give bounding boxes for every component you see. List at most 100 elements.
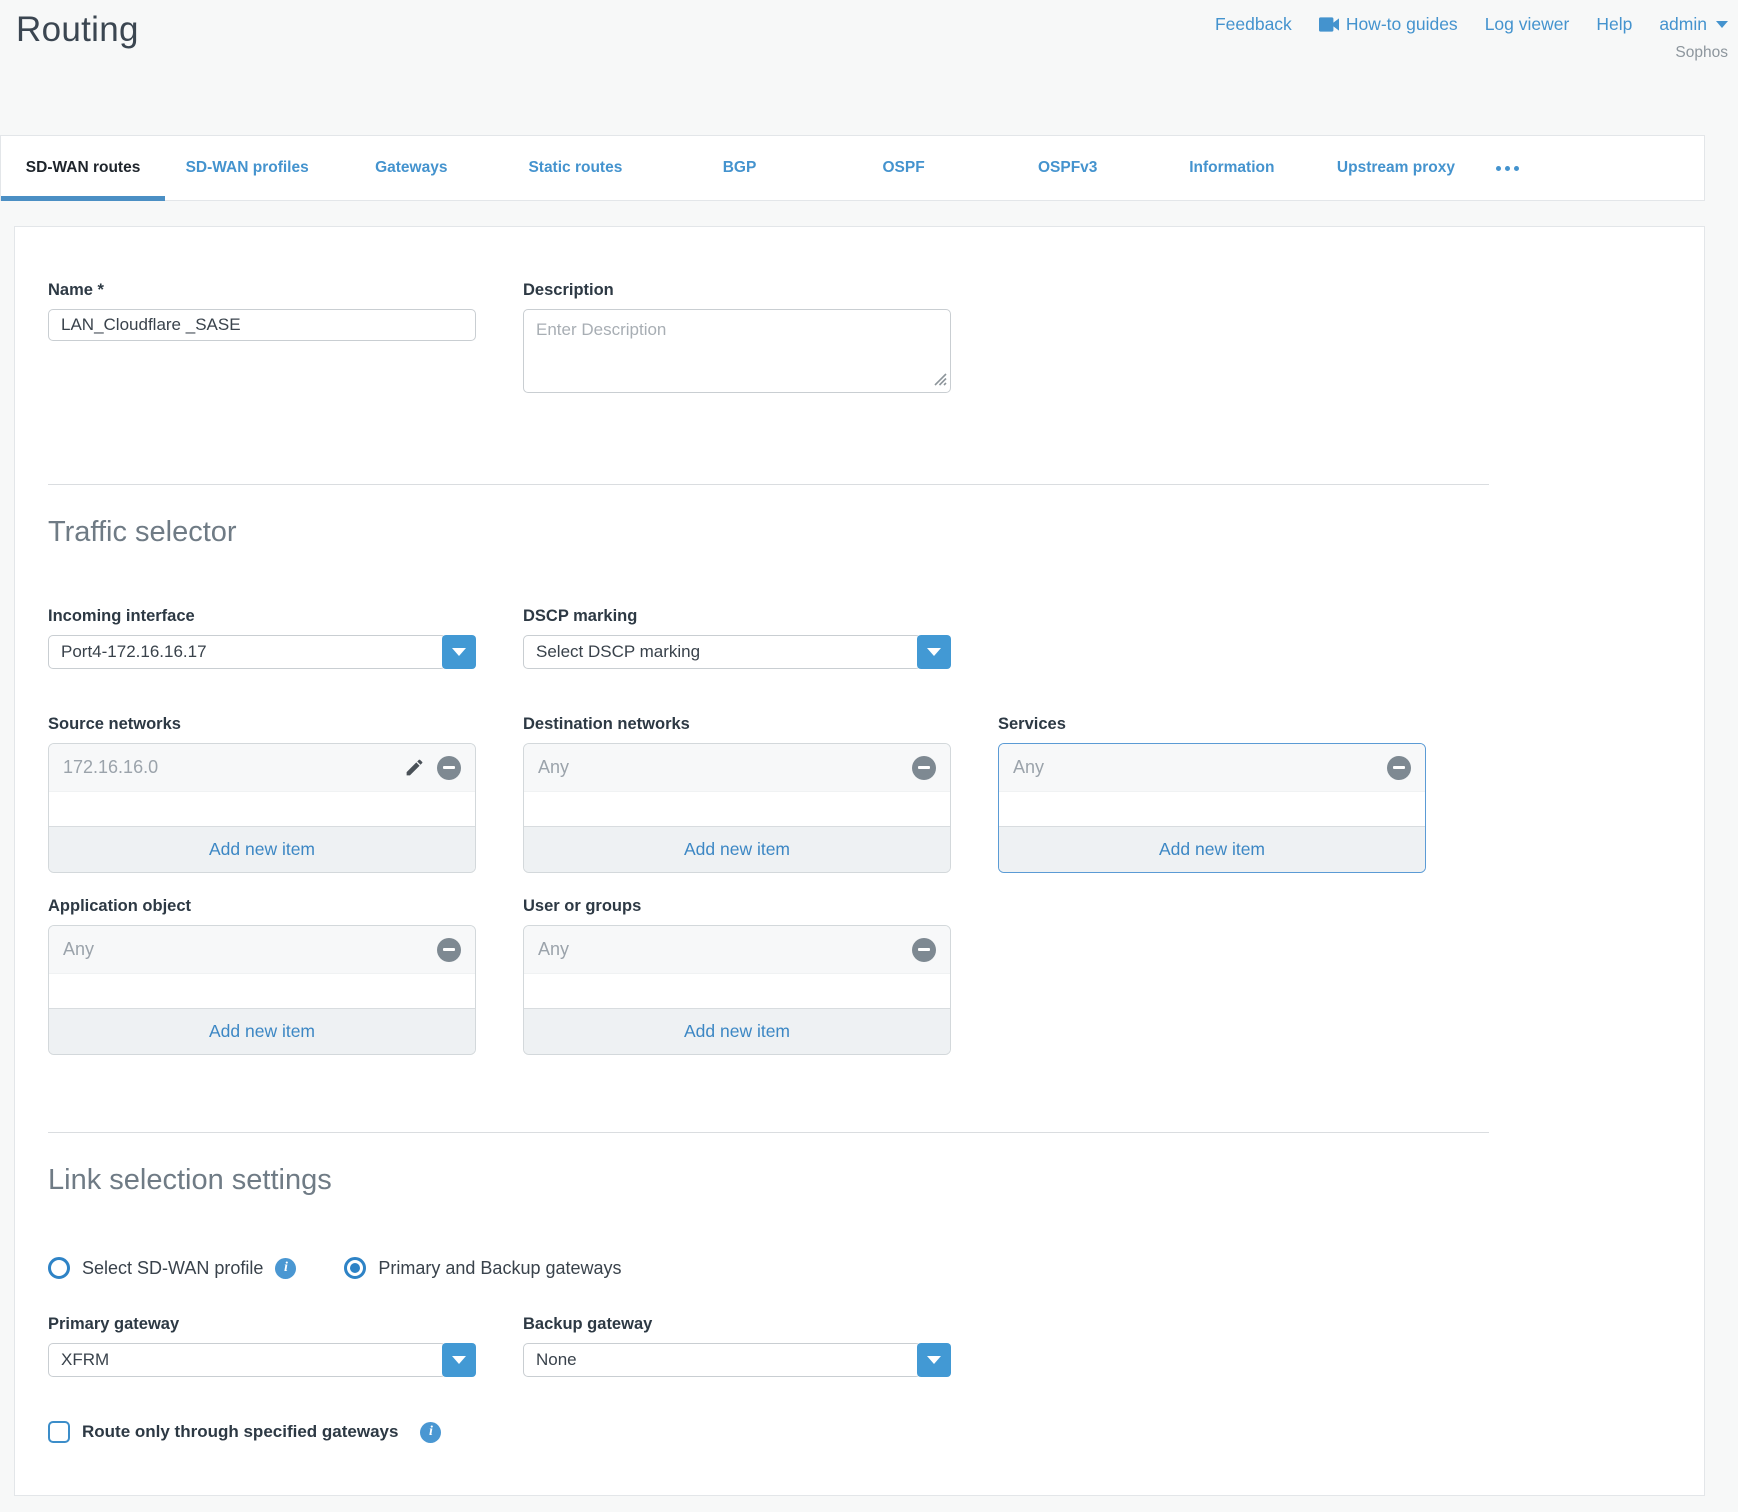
name-input[interactable] <box>48 309 476 341</box>
caret-down-icon <box>927 648 941 656</box>
source-networks-label: Source networks <box>48 715 476 734</box>
remove-item-icon[interactable] <box>912 756 936 780</box>
primary-gateway-select[interactable]: XFRM <box>48 1343 476 1377</box>
backup-gateway-select[interactable]: None <box>523 1343 951 1377</box>
backup-gateway-label: Backup gateway <box>523 1315 951 1334</box>
radio-selected-icon <box>344 1257 366 1279</box>
dscp-marking-select[interactable]: Select DSCP marking <box>523 635 951 669</box>
tab-sd-wan-routes[interactable]: SD-WAN routes <box>1 136 165 200</box>
destination-networks-label: Destination networks <box>523 715 951 734</box>
log-viewer-link[interactable]: Log viewer <box>1485 14 1570 35</box>
name-description-row: Name * Description <box>48 281 1704 398</box>
description-textarea[interactable] <box>523 309 951 393</box>
radio-label: Primary and Backup gateways <box>378 1258 621 1279</box>
incoming-interface-value: Port4-172.16.16.17 <box>48 635 446 669</box>
box-spacer <box>49 792 475 826</box>
admin-menu[interactable]: admin <box>1659 14 1728 35</box>
route-only-checkbox-row[interactable]: Route only through specified gateways <box>48 1421 1704 1443</box>
user-or-groups-box: Any Add new item <box>523 925 951 1055</box>
resize-grip-icon[interactable] <box>933 372 947 391</box>
caret-down-icon <box>452 648 466 656</box>
networks-row: Source networks 172.16.16.0 Add new item… <box>48 715 1704 873</box>
destination-networks-add-button[interactable]: Add new item <box>524 826 950 872</box>
application-object-add-button[interactable]: Add new item <box>49 1008 475 1054</box>
edit-pencil-icon[interactable] <box>404 757 425 778</box>
description-label: Description <box>523 281 951 300</box>
incoming-interface-dropdown-button[interactable] <box>442 635 476 669</box>
list-item-value: Any <box>1013 757 1375 778</box>
primary-gateway-label: Primary gateway <box>48 1315 476 1334</box>
header-links: Feedback How-to guides Log viewer Help a… <box>1215 14 1728 35</box>
user-or-groups-label: User or groups <box>523 897 951 916</box>
tab-bar: SD-WAN routes SD-WAN profiles Gateways S… <box>0 135 1705 201</box>
backup-gateway-value: None <box>523 1343 921 1377</box>
name-label: Name * <box>48 281 476 300</box>
info-icon[interactable] <box>420 1422 441 1443</box>
radio-primary-backup-gateways[interactable]: Primary and Backup gateways <box>344 1257 621 1279</box>
source-networks-box: 172.16.16.0 Add new item <box>48 743 476 873</box>
application-object-box: Any Add new item <box>48 925 476 1055</box>
list-item: Any <box>999 744 1425 792</box>
remove-item-icon[interactable] <box>437 938 461 962</box>
interface-dscp-row: Incoming interface Port4-172.16.16.17 DS… <box>48 607 1704 669</box>
brand-text: Sophos <box>1215 44 1728 62</box>
services-box: Any Add new item <box>998 743 1426 873</box>
tab-sd-wan-profiles[interactable]: SD-WAN profiles <box>165 136 329 200</box>
header-right: Feedback How-to guides Log viewer Help a… <box>1215 14 1728 62</box>
user-or-groups-add-button[interactable]: Add new item <box>524 1008 950 1054</box>
tab-bgp[interactable]: BGP <box>657 136 821 200</box>
tab-ospfv3[interactable]: OSPFv3 <box>986 136 1150 200</box>
incoming-interface-select[interactable]: Port4-172.16.16.17 <box>48 635 476 669</box>
log-viewer-label: Log viewer <box>1485 14 1570 35</box>
box-spacer <box>524 792 950 826</box>
list-item: 172.16.16.0 <box>49 744 475 792</box>
backup-gateway-dropdown-button[interactable] <box>917 1343 951 1377</box>
primary-gateway-value: XFRM <box>48 1343 446 1377</box>
admin-label: admin <box>1659 14 1707 35</box>
ellipsis-icon[interactable] <box>1478 136 1538 200</box>
feedback-link[interactable]: Feedback <box>1215 14 1292 35</box>
radio-icon <box>48 1257 70 1279</box>
destination-networks-box: Any Add new item <box>523 743 951 873</box>
tab-gateways[interactable]: Gateways <box>329 136 493 200</box>
list-item: Any <box>524 744 950 792</box>
caret-down-icon <box>1716 21 1728 28</box>
dscp-marking-label: DSCP marking <box>523 607 951 626</box>
help-label: Help <box>1596 14 1632 35</box>
traffic-selector-heading: Traffic selector <box>48 512 1704 552</box>
section-divider <box>48 1132 1489 1133</box>
radio-select-sd-wan-profile[interactable]: Select SD-WAN profile <box>48 1257 296 1279</box>
section-divider <box>48 484 1489 485</box>
remove-item-icon[interactable] <box>1387 756 1411 780</box>
list-item: Any <box>49 926 475 974</box>
list-item-value: Any <box>538 757 900 778</box>
gateway-row: Primary gateway XFRM Backup gateway None <box>48 1315 1704 1377</box>
list-item: Any <box>524 926 950 974</box>
link-selection-options: Select SD-WAN profile Primary and Backup… <box>48 1257 1704 1279</box>
incoming-interface-label: Incoming interface <box>48 607 476 626</box>
tab-spacer <box>1538 136 1704 200</box>
list-item-value: Any <box>538 939 900 960</box>
primary-gateway-dropdown-button[interactable] <box>442 1343 476 1377</box>
services-add-button[interactable]: Add new item <box>999 826 1425 872</box>
how-to-guides-label: How-to guides <box>1346 14 1458 35</box>
tab-static-routes[interactable]: Static routes <box>493 136 657 200</box>
source-networks-add-button[interactable]: Add new item <box>49 826 475 872</box>
caret-down-icon <box>927 1356 941 1364</box>
remove-item-icon[interactable] <box>437 756 461 780</box>
tab-ospf[interactable]: OSPF <box>822 136 986 200</box>
radio-label: Select SD-WAN profile <box>82 1258 263 1279</box>
list-item-value: Any <box>63 939 425 960</box>
tab-upstream-proxy[interactable]: Upstream proxy <box>1314 136 1478 200</box>
application-object-label: Application object <box>48 897 476 916</box>
box-spacer <box>49 974 475 1008</box>
tab-information[interactable]: Information <box>1150 136 1314 200</box>
how-to-guides-link[interactable]: How-to guides <box>1319 14 1458 35</box>
dscp-marking-value: Select DSCP marking <box>523 635 921 669</box>
dscp-marking-dropdown-button[interactable] <box>917 635 951 669</box>
remove-item-icon[interactable] <box>912 938 936 962</box>
page-title: Routing <box>16 10 139 50</box>
help-link[interactable]: Help <box>1596 14 1632 35</box>
video-camera-icon <box>1319 17 1339 32</box>
info-icon[interactable] <box>275 1258 296 1279</box>
